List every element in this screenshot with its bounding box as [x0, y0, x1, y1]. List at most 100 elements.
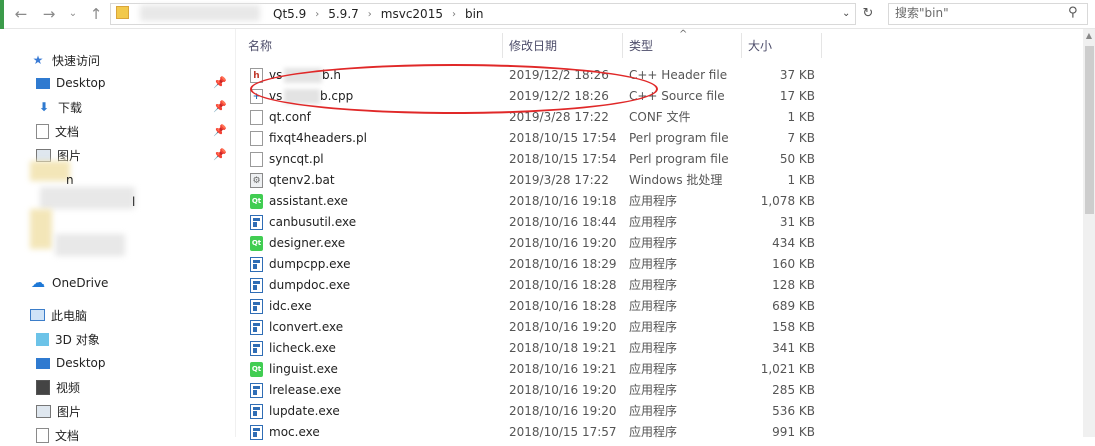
sidebar-item-label: 图片 [57, 404, 82, 419]
table-row[interactable]: lconvert.exe 2018/10/16 19:20 应用程序 158 K… [246, 317, 821, 338]
sidebar-item-this-pc[interactable]: 此电脑 [30, 304, 87, 326]
file-type: 应用程序 [629, 341, 678, 355]
exe-icon [250, 299, 263, 314]
breadcrumb-chevron-icon[interactable]: › [362, 9, 378, 20]
file-icon [250, 110, 263, 125]
file-size: 50 KB [779, 152, 815, 166]
file-name: qtenv2.bat [269, 173, 335, 187]
qt-app-icon: Qt [250, 236, 263, 251]
address-dropdown-icon[interactable]: ⌄ [842, 4, 850, 24]
sidebar-item-label: OneDrive [52, 276, 109, 290]
pane-divider[interactable] [235, 29, 236, 437]
file-size: 160 KB [772, 257, 815, 271]
file-name: lrelease.exe [269, 383, 342, 397]
file-name: idc.exe [269, 299, 312, 313]
breadcrumb-item[interactable]: bin [462, 7, 487, 21]
file-type: 应用程序 [629, 278, 678, 292]
breadcrumb-item[interactable]: 5.9.7 [325, 7, 362, 21]
table-row[interactable]: Qt designer.exe 2018/10/16 19:20 应用程序 43… [246, 233, 821, 254]
table-row[interactable]: dumpcpp.exe 2018/10/16 18:29 应用程序 160 KB [246, 254, 821, 275]
forward-arrow-icon[interactable]: → [38, 4, 60, 24]
file-date: 2018/10/16 18:44 [509, 215, 617, 229]
file-name: moc.exe [269, 425, 320, 439]
file-date: 2018/10/16 19:20 [509, 320, 617, 334]
file-size: 991 KB [772, 425, 815, 439]
sidebar-item-label: l [132, 195, 136, 209]
table-row[interactable]: dumpdoc.exe 2018/10/16 18:28 应用程序 128 KB [246, 275, 821, 296]
table-row[interactable]: syncqt.pl 2018/10/15 17:54 Perl program … [246, 149, 821, 170]
table-row[interactable]: moc.exe 2018/10/15 17:57 应用程序 991 KB [246, 422, 821, 443]
table-row[interactable]: h vs b.h 2019/12/2 18:26 C++ Header file… [246, 65, 821, 86]
sidebar-item-label: 快速访问 [52, 53, 101, 68]
exe-icon [250, 383, 263, 398]
sidebar-item-documents[interactable]: 文档 [36, 120, 79, 142]
table-row[interactable]: lrelease.exe 2018/10/16 19:20 应用程序 285 K… [246, 380, 821, 401]
redacted-folder [30, 209, 52, 249]
column-header-date[interactable]: 修改日期 [509, 37, 557, 55]
table-row[interactable]: canbusutil.exe 2018/10/16 18:44 应用程序 31 … [246, 212, 821, 233]
table-row[interactable]: Qt linguist.exe 2018/10/16 19:21 应用程序 1,… [246, 359, 821, 380]
cpp-file-icon: + [250, 89, 263, 104]
table-row[interactable]: lupdate.exe 2018/10/16 19:20 应用程序 536 KB [246, 401, 821, 422]
file-size: 37 KB [779, 68, 815, 82]
refresh-icon[interactable]: ↻ [859, 5, 877, 23]
search-icon[interactable]: ⚲ [1068, 5, 1078, 20]
sidebar-item-3d-objects[interactable]: 3D 对象 [36, 328, 100, 350]
exe-icon [250, 257, 263, 272]
file-date: 2018/10/16 18:29 [509, 257, 617, 271]
file-date: 2018/10/16 19:20 [509, 383, 617, 397]
column-divider[interactable] [622, 33, 623, 58]
sidebar-item-quick-access[interactable]: ★ 快速访问 [30, 49, 100, 71]
table-row[interactable]: Qt assistant.exe 2018/10/16 19:18 应用程序 1… [246, 191, 821, 212]
scroll-up-icon[interactable]: ▲ [1083, 29, 1095, 43]
pin-icon: 📌 [213, 100, 227, 113]
file-type: Perl program file [629, 131, 729, 145]
recent-locations-icon[interactable]: ⌄ [62, 4, 84, 24]
file-date: 2018/10/15 17:54 [509, 152, 617, 166]
table-row[interactable]: + vs b.cpp 2019/12/2 18:26 C++ Source fi… [246, 86, 821, 107]
file-icon [250, 131, 263, 146]
file-icon [250, 152, 263, 167]
sidebar-item-pictures[interactable]: 图片 [36, 400, 81, 422]
sidebar-item-folder[interactable]: l [132, 191, 135, 213]
table-row[interactable]: ⚙ qtenv2.bat 2019/3/28 17:22 Windows 批处理… [246, 170, 821, 191]
column-header-type[interactable]: 类型 [629, 37, 653, 55]
breadcrumb-item[interactable]: Qt5.9 [270, 7, 309, 21]
sidebar-item-videos[interactable]: 视频 [36, 376, 80, 398]
file-size: 17 KB [779, 89, 815, 103]
table-row[interactable]: idc.exe 2018/10/16 18:28 应用程序 689 KB [246, 296, 821, 317]
file-date: 2018/10/16 19:20 [509, 236, 617, 250]
file-size: 689 KB [772, 299, 815, 313]
back-arrow-icon[interactable]: ← [10, 4, 32, 24]
file-size: 285 KB [772, 383, 815, 397]
table-row[interactable]: licheck.exe 2018/10/18 19:21 应用程序 341 KB [246, 338, 821, 359]
file-name: syncqt.pl [269, 152, 324, 166]
sidebar-item-onedrive[interactable]: ☁ OneDrive [30, 272, 108, 294]
file-size: 1,078 KB [760, 194, 815, 208]
file-name: fixqt4headers.pl [269, 131, 367, 145]
table-row[interactable]: qt.conf 2019/3/28 17:22 CONF 文件 1 KB [246, 107, 821, 128]
sidebar-item-desktop[interactable]: Desktop [36, 352, 106, 374]
sidebar-item-downloads[interactable]: ⬇ 下载 [36, 96, 82, 118]
column-divider[interactable] [821, 33, 822, 58]
file-name: lupdate.exe [269, 404, 340, 418]
column-divider[interactable] [502, 33, 503, 58]
column-divider[interactable] [741, 33, 742, 58]
redacted-path [140, 5, 260, 21]
up-arrow-icon[interactable]: ↑ [85, 4, 107, 24]
scrollbar-thumb[interactable] [1085, 46, 1094, 214]
star-icon: ★ [32, 53, 44, 67]
download-icon: ⬇ [38, 100, 50, 114]
table-row[interactable]: fixqt4headers.pl 2018/10/15 17:54 Perl p… [246, 128, 821, 149]
file-name: assistant.exe [269, 194, 348, 208]
breadcrumb-chevron-icon[interactable]: › [446, 9, 462, 20]
sidebar-item-documents[interactable]: 文档 [36, 424, 79, 446]
breadcrumb-item[interactable]: msvc2015 [378, 7, 446, 21]
column-header-size[interactable]: 大小 [748, 37, 772, 55]
column-header-name[interactable]: 名称 [248, 37, 272, 55]
breadcrumb-chevron-icon[interactable]: › [309, 9, 325, 20]
file-type: 应用程序 [629, 194, 678, 208]
sidebar-item-desktop[interactable]: Desktop [36, 72, 106, 94]
file-date: 2018/10/15 17:54 [509, 131, 617, 145]
sidebar-item-label: Desktop [56, 356, 106, 370]
